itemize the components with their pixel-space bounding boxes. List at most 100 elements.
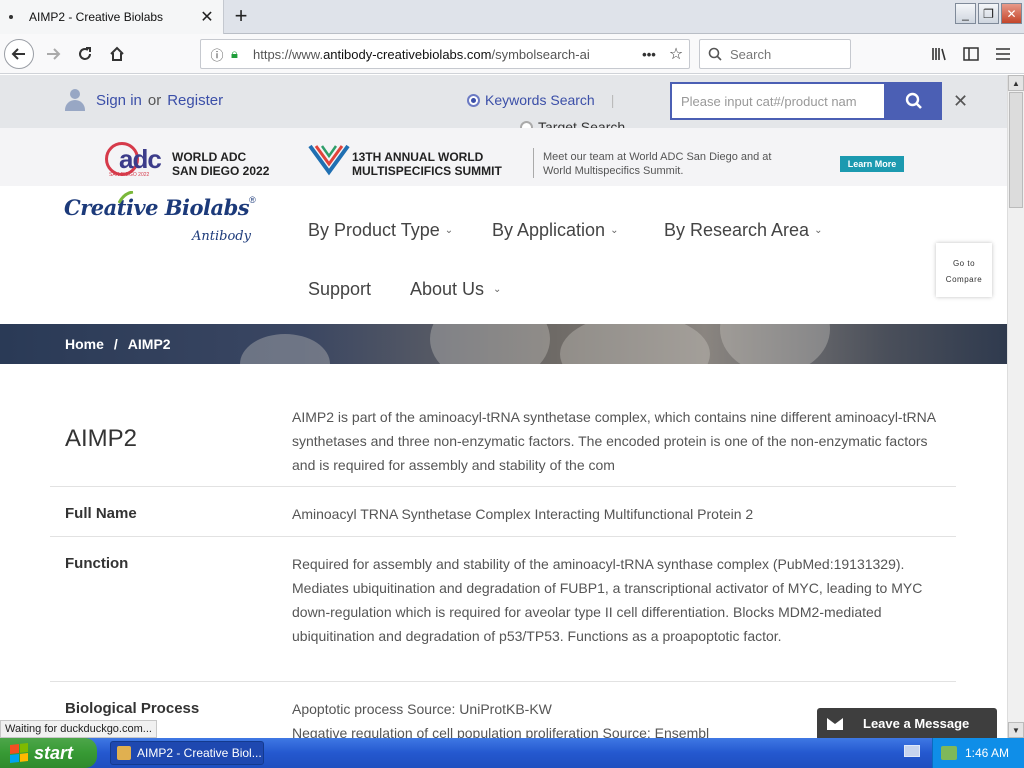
site-search: Please input cat#/product nam <box>670 82 942 120</box>
scroll-up-arrow-icon[interactable]: ▲ <box>1008 75 1024 91</box>
url-path: /symbolsearch-ai <box>491 46 590 62</box>
full-name-row: Full Name Aminoacyl TRNA Synthetase Comp… <box>50 487 956 537</box>
menu-label: Support <box>308 279 372 299</box>
keywords-radio[interactable] <box>467 93 480 107</box>
menu-label: About Us <box>410 279 485 299</box>
forward-button[interactable] <box>38 39 68 69</box>
browser-tab[interactable]: AIMP2 - Creative Biolabs ✕ <box>0 0 224 34</box>
url-text[interactable]: https://www.antibody-creativebiolabs.com… <box>253 47 635 62</box>
lock-icon: 🔒︎ <box>231 46 238 61</box>
site-search-button[interactable] <box>886 82 942 120</box>
keywords-search-label: Keywords Search <box>485 92 595 108</box>
restore-button[interactable]: ❐ <box>978 3 999 24</box>
logo-brand-text: Creative Biolabs <box>64 195 250 220</box>
menu-support[interactable]: Support <box>308 279 371 300</box>
banner-text-line-1: Meet our team at World ADC San Diego and… <box>543 151 772 163</box>
tab-close-icon[interactable]: ✕ <box>199 7 215 27</box>
summit-title-line-1: 13TH ANNUAL WORLD <box>352 150 484 164</box>
library-icon[interactable] <box>928 39 950 69</box>
taskbar-window-label: AIMP2 - Creative Biol... <box>137 746 262 760</box>
search-icon <box>708 47 722 61</box>
close-window-button[interactable]: ✕ <box>1001 3 1022 24</box>
hamburger-menu-icon[interactable] <box>992 39 1014 69</box>
minimize-button[interactable]: _ <box>955 3 976 24</box>
network-tray-icon[interactable] <box>941 746 957 760</box>
sidebar-icon[interactable] <box>960 39 982 69</box>
hero-texture <box>720 324 830 364</box>
summit-title-line-2: MULTISPECIFICS SUMMIT <box>352 164 502 178</box>
firefox-app-icon <box>117 746 131 760</box>
world-adc-logo: adc SAN DIEGO 2022 <box>105 142 163 178</box>
banner-description: Meet our team at World ADC San Diego and… <box>543 150 771 178</box>
banner-divider <box>533 148 534 178</box>
menu-label: By Application <box>492 220 606 240</box>
logo-registered-mark: ® <box>249 195 256 205</box>
window-controls: _ ❐ ✕ <box>955 3 1022 24</box>
keywords-search-option[interactable]: Keywords Search | <box>467 92 614 108</box>
reload-icon <box>79 47 91 60</box>
breadcrumb: Home / AIMP2 <box>65 336 171 352</box>
reload-button[interactable] <box>70 39 100 69</box>
chevron-down-icon: ⌄ <box>444 225 454 236</box>
creative-biolabs-logo[interactable]: Creative Biolabs® Antibody <box>64 191 274 249</box>
toolbar-icons <box>928 39 1014 69</box>
close-icon[interactable]: ✕ <box>953 91 968 112</box>
url-domain: antibody-creativebiolabs.com <box>323 46 492 62</box>
windows-taskbar: start AIMP2 - Creative Biol... 1:46 AM <box>0 738 1024 768</box>
leave-message-button[interactable]: Leave a Message <box>817 708 997 738</box>
info-icon[interactable]: ⓘ <box>207 45 227 64</box>
site-search-input[interactable]: Please input cat#/product nam <box>670 82 886 120</box>
biological-process-label: Biological Process <box>65 700 200 717</box>
register-link[interactable]: Register <box>167 92 223 109</box>
back-button[interactable] <box>4 39 34 69</box>
menu-by-research-area[interactable]: By Research Area ⌄ <box>664 220 822 241</box>
keyboard-language-icon[interactable] <box>904 745 920 757</box>
tab-title: AIMP2 - Creative Biolabs <box>29 10 164 24</box>
menu-by-product-type[interactable]: By Product Type ⌄ <box>308 220 453 241</box>
breadcrumb-home[interactable]: Home <box>65 336 104 352</box>
chevron-down-icon: ⌄ <box>814 225 823 236</box>
windows-flag-icon <box>10 743 28 763</box>
compare-line-1: Go to <box>952 259 976 268</box>
learn-more-button[interactable]: Learn More <box>840 156 904 172</box>
menu-by-application[interactable]: By Application ⌄ <box>492 220 618 241</box>
start-button[interactable]: start <box>0 738 97 768</box>
home-button[interactable] <box>102 39 132 69</box>
hero-texture <box>430 324 550 364</box>
clock[interactable]: 1:46 AM <box>965 746 1009 760</box>
scrollbar-thumb[interactable] <box>1009 92 1023 208</box>
breadcrumb-current: AIMP2 <box>127 336 171 352</box>
function-row: Function Required for assembly and stabi… <box>50 537 956 682</box>
function-label: Function <box>65 555 129 572</box>
summit-event-title: 13TH ANNUAL WORLD MULTISPECIFICS SUMMIT <box>352 150 502 178</box>
adc-logo-subtext: SAN DIEGO 2022 <box>109 172 150 178</box>
address-bar[interactable]: ⓘ 🔒︎ https://www.antibody-creativebiolab… <box>200 39 690 69</box>
hero-texture <box>560 324 710 364</box>
back-arrow-icon <box>11 48 25 60</box>
scroll-down-arrow-icon[interactable]: ▼ <box>1008 722 1024 738</box>
event-banner[interactable]: adc SAN DIEGO 2022 WORLD ADC SAN DIEGO 2… <box>0 128 1007 186</box>
home-icon <box>110 46 124 61</box>
logo-swoosh-icon <box>118 191 134 204</box>
adc-logo-text: adc <box>119 144 162 174</box>
sign-in-link[interactable]: Sign in <box>96 92 142 109</box>
user-icon <box>64 89 86 111</box>
browser-search-placeholder: Search <box>730 46 772 62</box>
summary-row: AIMP2 AIMP2 is part of the aminoacyl-tRN… <box>50 395 956 487</box>
status-bar: Waiting for duckduckgo.com... <box>0 720 157 738</box>
bookmark-star-icon[interactable]: ☆ <box>663 44 689 64</box>
adc-title-line-1: WORLD ADC <box>172 150 247 164</box>
compare-line-2: Compare <box>945 275 983 284</box>
page-scrollbar[interactable]: ▲ ▼ <box>1007 75 1024 738</box>
chevron-down-icon: ⌄ <box>493 284 502 295</box>
go-to-compare-button[interactable]: Go to Compare <box>936 243 992 297</box>
search-option-separator: | <box>610 92 615 108</box>
page-title: AIMP2 <box>65 425 138 452</box>
menu-label: By Research Area <box>664 220 810 240</box>
browser-tab-bar: AIMP2 - Creative Biolabs ✕ + _ ❐ ✕ <box>0 0 1024 34</box>
menu-about-us[interactable]: About Us ⌄ <box>410 279 501 300</box>
taskbar-window-button[interactable]: AIMP2 - Creative Biol... <box>110 741 264 765</box>
page-actions-icon[interactable]: ••• <box>635 47 663 62</box>
browser-search-box[interactable]: Search <box>699 39 851 69</box>
new-tab-button[interactable]: + <box>230 4 252 28</box>
